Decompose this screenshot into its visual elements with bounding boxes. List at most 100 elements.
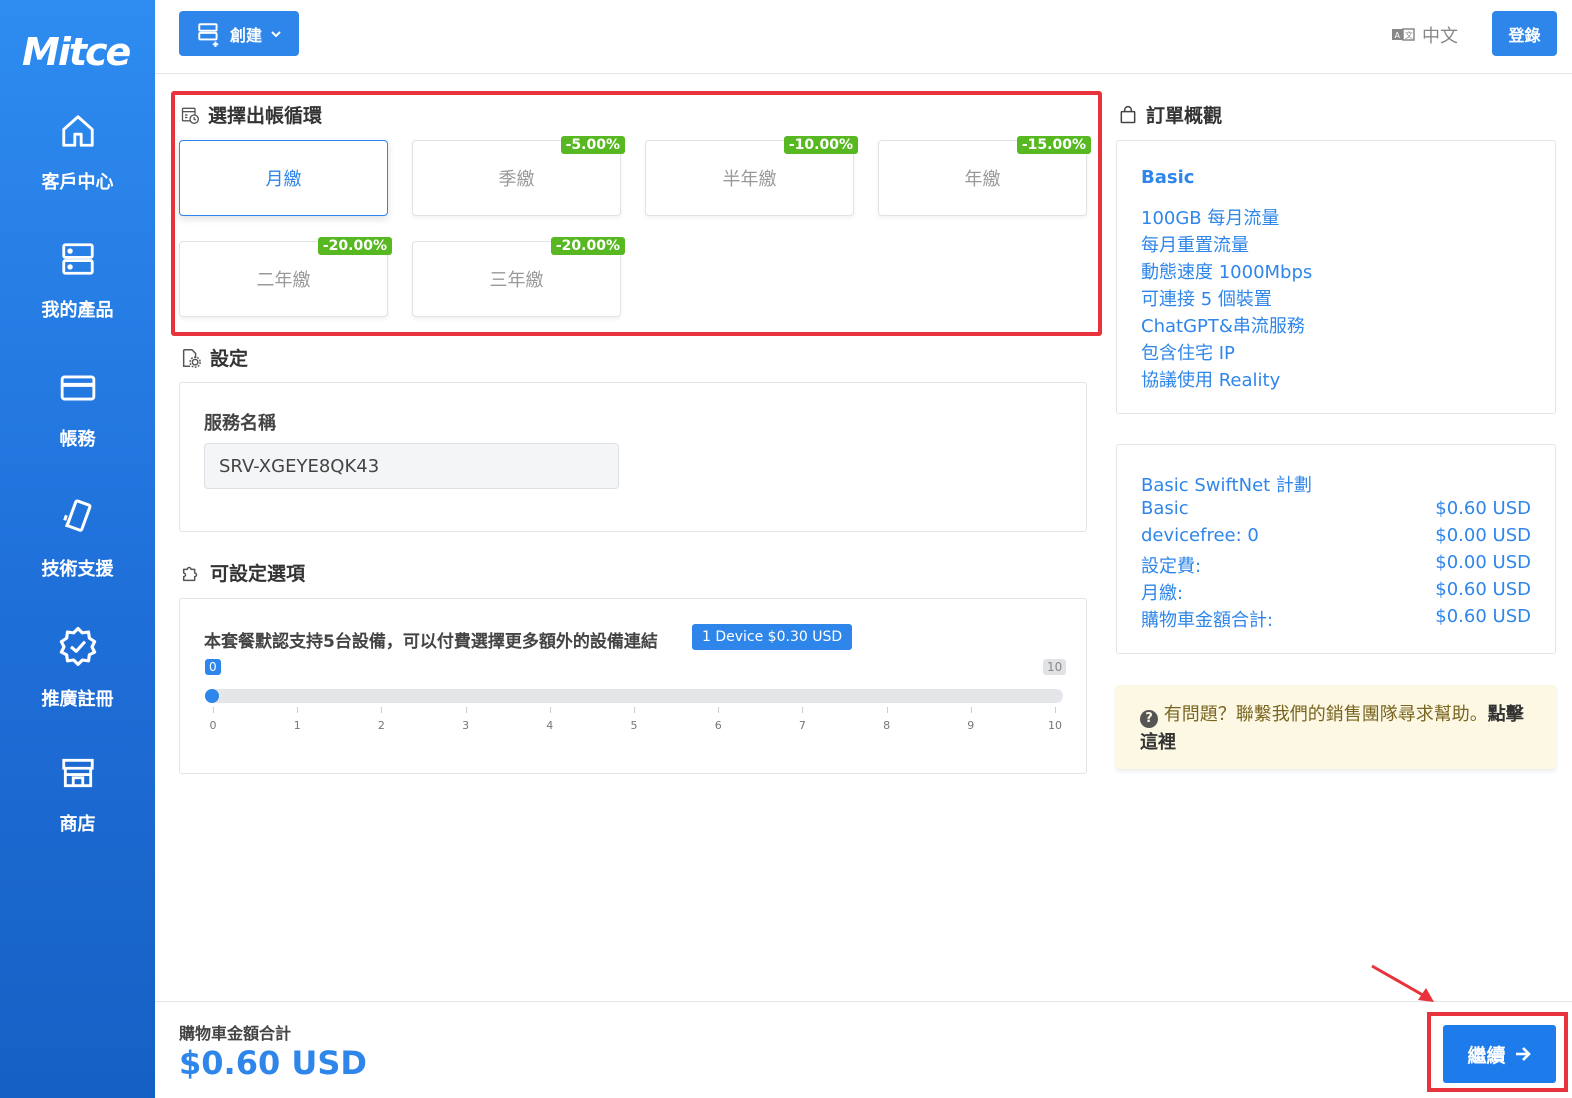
service-name-input[interactable] [204, 443, 619, 489]
slider-fill [205, 689, 219, 703]
server-icon [61, 243, 94, 275]
checkout-bar: 購物車金額合計 $0.60 USD 繼續 [155, 1001, 1572, 1098]
slider-tick-label: 5 [630, 719, 638, 732]
price-label: 購物車金額合計: [1141, 610, 1274, 631]
home-icon [61, 115, 94, 147]
billing-option-label: 三年繳 [489, 270, 544, 291]
billing-option-semiannual[interactable]: 半年繳 -10.00% [645, 136, 858, 216]
price-value: $0.00 USD [1435, 525, 1531, 546]
price-breakdown-panel: Basic SwiftNet 計劃 Basic $0.60 USD device… [1116, 444, 1556, 654]
slider-tick-label: 4 [546, 719, 554, 732]
feature-item: 協議使用 Reality [1141, 370, 1281, 391]
discount-badge: -20.00% [550, 237, 625, 255]
slider-tick-label: 8 [883, 719, 891, 732]
billing-option-label: 季繳 [498, 169, 535, 190]
price-line: 設定費: $0.00 USD [1141, 552, 1531, 578]
feature-item: 100GB 每月流量 [1141, 208, 1280, 229]
slider-tick-label: 1 [293, 719, 301, 732]
sidebar-item-referral[interactable]: 推廣註冊 [0, 625, 155, 745]
billing-option-quarterly[interactable]: 季繳 -5.00% [412, 136, 625, 216]
sidebar: Mitce 客戶中心 我的產品 帳務 技術支援 推廣註冊 商店 [0, 0, 155, 1098]
price-value: $0.60 USD [1435, 498, 1531, 519]
shopping-bag-icon [1120, 105, 1136, 123]
chevron-down-icon [271, 30, 281, 37]
credit-card-icon [60, 375, 95, 401]
sidebar-item-my-products[interactable]: 我的產品 [0, 240, 155, 360]
cart-total-value: $0.60 USD [179, 1044, 367, 1082]
slider-tick [465, 707, 467, 713]
slider-tick-label: 2 [377, 719, 385, 732]
svg-text:A: A [1395, 31, 1401, 40]
slider-tick-label: 0 [209, 719, 217, 732]
slider-tick [970, 707, 972, 713]
sidebar-item-label: 推廣註冊 [41, 689, 114, 710]
slider-tick [213, 707, 214, 713]
price-line: 月繳: $0.60 USD [1141, 579, 1531, 605]
price-value: $0.60 USD [1435, 606, 1531, 627]
slider-tick-label: 7 [798, 719, 806, 732]
badge-check-icon [59, 626, 96, 666]
sidebar-item-support[interactable]: 技術支援 [0, 497, 155, 617]
feature-item: 動態速度 1000Mbps [1141, 262, 1313, 283]
feature-item: ChatGPT&串流服務 [1141, 316, 1305, 337]
price-label: Basic [1141, 498, 1189, 519]
cart-total-label: 購物車金額合計 [179, 1024, 292, 1043]
sidebar-item-label: 客戶中心 [41, 172, 114, 193]
billing-option-label: 半年繳 [722, 169, 777, 190]
device-slider[interactable] [205, 689, 1063, 703]
arrow-right-icon [1515, 1047, 1531, 1061]
sidebar-item-store[interactable]: 商店 [0, 754, 155, 874]
store-icon [61, 758, 94, 788]
price-line: 購物車金額合計: $0.60 USD [1141, 606, 1531, 632]
billing-option-monthly[interactable]: 月繳 [179, 140, 388, 216]
order-summary-heading: 訂單概觀 [1118, 101, 1222, 128]
billing-option-annual[interactable]: 年繳 -15.00% [878, 136, 1091, 216]
sidebar-item-billing[interactable]: 帳務 [0, 369, 155, 489]
login-button[interactable]: 登錄 [1492, 11, 1557, 56]
translate-icon: A文 [1392, 28, 1415, 41]
discount-badge: -5.00% [560, 136, 625, 154]
puzzle-icon [182, 566, 198, 581]
device-price-badge: 1 Device $0.30 USD [692, 624, 853, 650]
billing-cycle-heading: 選擇出帳循環 [180, 101, 322, 128]
slider-max-value: 10 [1043, 659, 1067, 675]
create-button[interactable]: 創建 [179, 11, 299, 56]
billing-option-label: 二年繳 [256, 270, 311, 291]
feature-item: 包含住宅 IP [1141, 343, 1235, 364]
settings-heading: 設定 [180, 344, 248, 371]
price-value: $0.60 USD [1435, 579, 1531, 600]
price-label: devicefree: 0 [1141, 525, 1259, 546]
slider-tick [634, 707, 635, 713]
top-bar: 創建 A文 中文 登錄 [155, 0, 1572, 74]
language-selector[interactable]: A文 中文 [1392, 22, 1458, 48]
slider-tick [297, 707, 299, 713]
slider-tick-label: 6 [714, 719, 722, 732]
create-list-icon [198, 22, 219, 47]
sales-help-box: ? 有問題？聯繫我們的銷售團隊尋求幫助。點擊這裡 [1116, 685, 1556, 769]
billing-option-biennial[interactable]: 二年繳 -20.00% [179, 237, 392, 317]
brand-logo[interactable]: Mitce [22, 30, 134, 80]
continue-label: 繼續 [1467, 1044, 1506, 1067]
sidebar-item-label: 商店 [59, 814, 96, 835]
billing-option-triennial[interactable]: 三年繳 -20.00% [412, 237, 625, 317]
plan-title: Basic SwiftNet 計劃 [1141, 475, 1312, 496]
slider-tick [549, 707, 551, 713]
language-label: 中文 [1422, 26, 1458, 47]
settings-file-icon [182, 348, 201, 368]
svg-text:文: 文 [1405, 30, 1413, 40]
help-text: 有問題？聯繫我們的銷售團隊尋求幫助。 [1163, 704, 1488, 725]
sidebar-item-client-center[interactable]: 客戶中心 [0, 112, 155, 232]
price-label: 設定費: [1141, 556, 1202, 577]
billing-option-label: 年繳 [964, 169, 1001, 190]
question-icon: ? [1140, 710, 1158, 728]
sidebar-item-label: 技術支援 [41, 559, 114, 580]
slider-tick-label: 9 [967, 719, 975, 732]
billing-option-label: 月繳 [265, 169, 302, 190]
slider-tick [381, 707, 383, 713]
slider-tick-label: 3 [462, 719, 470, 732]
service-name-label: 服務名稱 [204, 413, 276, 434]
settings-title: 設定 [210, 348, 249, 370]
continue-button[interactable]: 繼續 [1443, 1025, 1556, 1083]
sidebar-item-label: 我的產品 [41, 300, 114, 321]
slider-tick [1055, 707, 1056, 713]
